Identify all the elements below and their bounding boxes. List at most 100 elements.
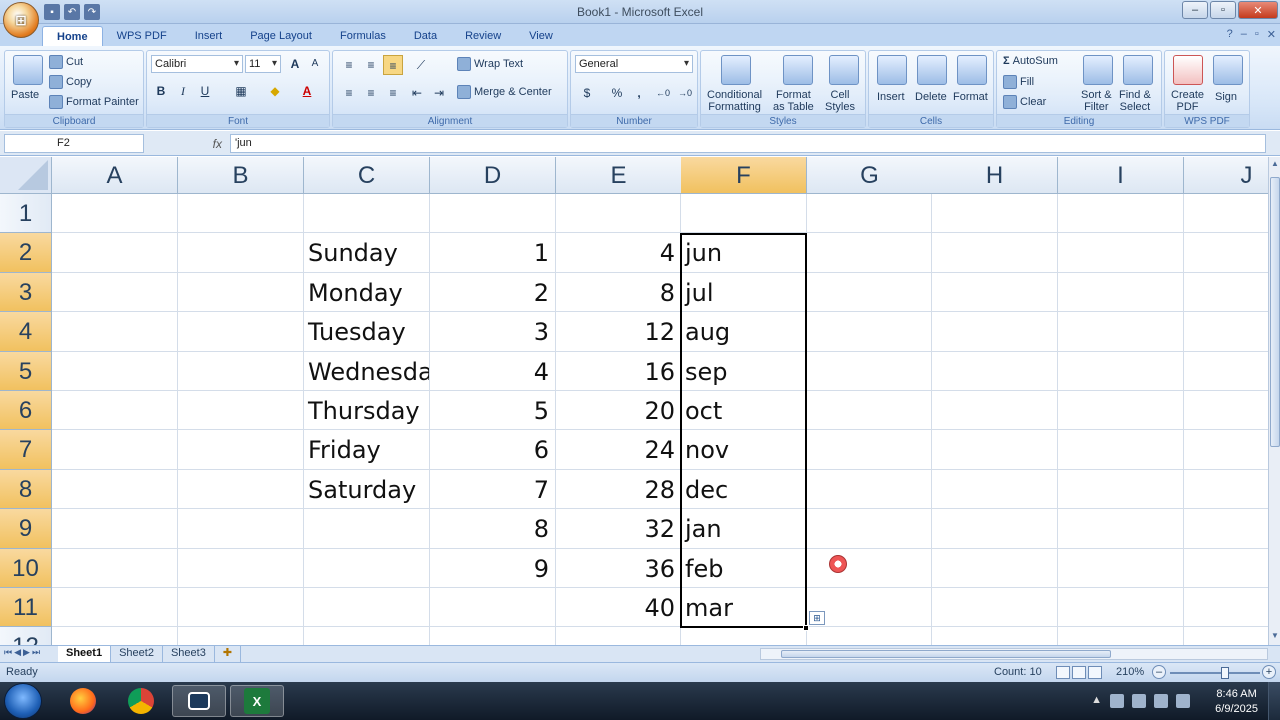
wrap-text-button[interactable]: Wrap Text xyxy=(457,57,523,71)
tab-data[interactable]: Data xyxy=(400,26,451,46)
cell-d3[interactable]: 2 xyxy=(430,273,555,312)
sheet-tab-sheet1[interactable]: Sheet1 xyxy=(58,646,112,662)
horizontal-scroll-thumb[interactable] xyxy=(781,650,1111,658)
font-size-select[interactable]: 11 xyxy=(245,55,281,73)
fill-button[interactable]: Fill xyxy=(1003,75,1034,89)
insert-sheet-icon[interactable]: ✚ xyxy=(215,646,242,662)
sort-filter-button[interactable]: Sort & Filter xyxy=(1081,89,1112,113)
tab-formulas[interactable]: Formulas xyxy=(326,26,400,46)
bold-button[interactable]: B xyxy=(151,81,171,101)
name-box[interactable]: F2 xyxy=(4,134,144,153)
tab-home[interactable]: Home xyxy=(42,26,103,46)
cell-d8[interactable]: 7 xyxy=(430,470,555,509)
cell-e5[interactable]: 16 xyxy=(556,352,681,391)
format-cells-button[interactable]: Format xyxy=(953,91,988,103)
cell-c5[interactable]: Wednesda xyxy=(304,352,429,391)
autosum-button[interactable]: Σ AutoSum xyxy=(1003,55,1058,67)
insert-function-icon[interactable]: fx xyxy=(150,134,228,153)
office-button[interactable]: ⊞ xyxy=(3,2,39,38)
sheet-tab-sheet2[interactable]: Sheet2 xyxy=(111,646,163,662)
align-middle-icon[interactable]: ≡ xyxy=(361,55,381,75)
page-break-view-icon[interactable] xyxy=(1088,666,1102,679)
select-all-button[interactable] xyxy=(0,157,52,194)
cell-d4[interactable]: 3 xyxy=(430,312,555,351)
align-bottom-icon[interactable]: ≡ xyxy=(383,55,403,75)
scroll-down-icon[interactable]: ▼ xyxy=(1270,631,1280,643)
show-desktop-button[interactable] xyxy=(1268,682,1280,720)
column-header-g[interactable]: G xyxy=(807,157,933,194)
tray-arrow-icon[interactable]: ▲ xyxy=(1091,694,1102,708)
font-name-select[interactable]: Calibri xyxy=(151,55,243,73)
font-color-icon[interactable]: A xyxy=(297,81,317,101)
cell-styles-button[interactable]: Cell Styles xyxy=(825,89,855,113)
column-header-e[interactable]: E xyxy=(556,157,682,194)
cell-f7[interactable]: nov xyxy=(681,430,806,469)
cell-e6[interactable]: 20 xyxy=(556,391,681,430)
ribbon-minimize-icon[interactable]: – xyxy=(1241,28,1247,41)
cell-f3[interactable]: jul xyxy=(681,273,806,312)
scroll-up-icon[interactable]: ▲ xyxy=(1270,159,1280,171)
column-header-b[interactable]: B xyxy=(178,157,304,194)
row-header-2[interactable]: 2 xyxy=(0,233,52,273)
row-header-9[interactable]: 9 xyxy=(0,509,52,549)
zoom-in-button[interactable]: + xyxy=(1262,665,1276,679)
cell-f2[interactable]: jun xyxy=(681,233,806,272)
align-right-icon[interactable]: ≡ xyxy=(383,83,403,103)
comma-button[interactable]: , xyxy=(629,83,649,103)
cell-d2[interactable]: 1 xyxy=(430,233,555,272)
cell-styles-icon[interactable] xyxy=(829,55,859,85)
auto-fill-options-icon[interactable]: ⊞ xyxy=(809,611,825,625)
paste-button[interactable]: Paste xyxy=(11,89,39,101)
zoom-slider-track[interactable] xyxy=(1170,672,1260,674)
tab-page-layout[interactable]: Page Layout xyxy=(236,26,326,46)
cell-f9[interactable]: jan xyxy=(681,509,806,548)
fill-color-icon[interactable]: ◆ xyxy=(265,81,285,101)
currency-button[interactable]: $ xyxy=(577,83,597,103)
column-header-c[interactable]: C xyxy=(304,157,430,194)
paste-icon[interactable] xyxy=(13,55,43,85)
volume-icon[interactable] xyxy=(1176,694,1190,708)
column-header-d[interactable]: D xyxy=(430,157,556,194)
cell-e11[interactable]: 40 xyxy=(556,588,681,627)
underline-button[interactable]: U xyxy=(195,81,215,101)
formula-input[interactable]: 'jun xyxy=(230,134,1266,153)
italic-button[interactable]: I xyxy=(173,81,193,101)
fill-handle[interactable] xyxy=(803,625,809,631)
tab-view[interactable]: View xyxy=(515,26,567,46)
cell-f4[interactable]: aug xyxy=(681,312,806,351)
network-icon[interactable] xyxy=(1154,694,1168,708)
orientation-icon[interactable]: ⟋ xyxy=(411,55,431,75)
cell-e7[interactable]: 24 xyxy=(556,430,681,469)
row-header-10[interactable]: 10 xyxy=(0,548,52,588)
tab-wps-pdf[interactable]: WPS PDF xyxy=(103,26,181,46)
cell-d10[interactable]: 9 xyxy=(430,549,555,588)
cell-d5[interactable]: 4 xyxy=(430,352,555,391)
conditional-formatting-icon[interactable] xyxy=(721,55,751,85)
increase-indent-icon[interactable]: ⇥ xyxy=(429,83,449,103)
cell-c3[interactable]: Monday xyxy=(304,273,429,312)
sheet-navigation-icon[interactable]: ⏮◀▶⏭ xyxy=(4,647,42,658)
sort-filter-icon[interactable] xyxy=(1083,55,1113,85)
cell-e3[interactable]: 8 xyxy=(556,273,681,312)
tab-review[interactable]: Review xyxy=(451,26,515,46)
row-header-5[interactable]: 5 xyxy=(0,351,52,391)
taskbar-firefox[interactable] xyxy=(56,685,110,717)
create-pdf-button[interactable]: Create PDF xyxy=(1171,89,1204,113)
cell-e8[interactable]: 28 xyxy=(556,470,681,509)
find-select-button[interactable]: Find & Select xyxy=(1119,89,1151,113)
cell-d7[interactable]: 6 xyxy=(430,430,555,469)
cell-f8[interactable]: dec xyxy=(681,470,806,509)
create-pdf-icon[interactable] xyxy=(1173,55,1203,85)
sign-button[interactable]: Sign xyxy=(1215,91,1237,103)
row-header-1[interactable]: 1 xyxy=(0,194,52,234)
taskbar-recorder[interactable] xyxy=(172,685,226,717)
page-layout-view-icon[interactable] xyxy=(1072,666,1086,679)
decrease-decimal-icon[interactable]: →0 xyxy=(675,83,695,103)
zoom-out-button[interactable]: – xyxy=(1152,665,1166,679)
format-as-table-button[interactable]: Format as Table xyxy=(773,89,814,113)
row-header-7[interactable]: 7 xyxy=(0,430,52,470)
cell-c4[interactable]: Tuesday xyxy=(304,312,429,351)
find-select-icon[interactable] xyxy=(1123,55,1153,85)
format-cells-icon[interactable] xyxy=(957,55,987,85)
help-icon[interactable]: ? xyxy=(1227,28,1233,41)
